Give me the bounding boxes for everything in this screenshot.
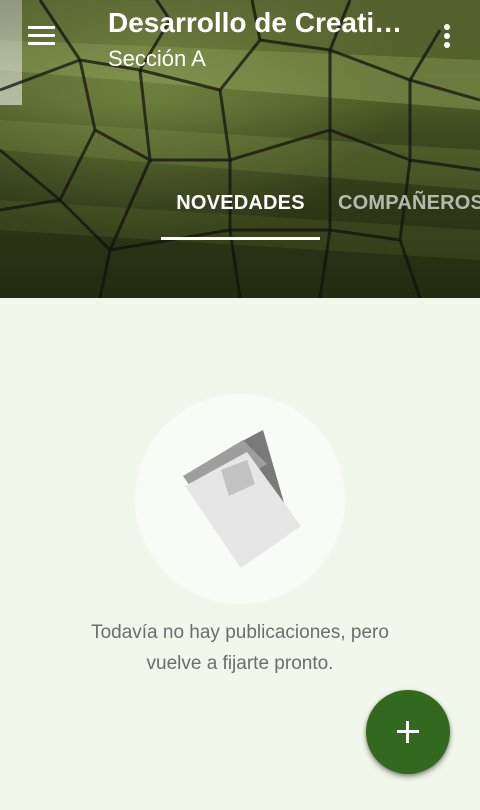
class-header: Desarrollo de Creati… Sección A NOVEDADE… [0,0,480,298]
empty-state-line-1: Todavía no hay publicaciones, pero [91,622,389,643]
plus-icon-vertical [406,721,409,743]
empty-state-circle [135,394,345,604]
class-stream-screen: Desarrollo de Creati… Sección A NOVEDADE… [0,0,480,810]
menu-icon[interactable] [20,18,64,54]
tab-novedades[interactable]: NOVEDADES [161,180,320,240]
tab-novedades-label: NOVEDADES [176,192,305,214]
tab-selected-indicator [161,237,320,240]
empty-state-message: Todavía no hay publicaciones, pero vuelv… [40,617,440,679]
tab-companeros-label: COMPAÑEROS [338,192,480,214]
tab-bar: NOVEDADES COMPAÑEROS [0,180,480,240]
class-section: Sección A [108,46,206,71]
class-title: Desarrollo de Creati… [108,7,403,38]
posts-empty-icon [183,430,301,568]
add-post-button[interactable] [366,690,450,774]
empty-state-line-2: vuelve a fijarte pronto. [146,653,334,674]
header-shade [0,0,480,298]
more-vert-icon[interactable] [430,18,464,54]
tab-companeros[interactable]: COMPAÑEROS [338,180,480,240]
